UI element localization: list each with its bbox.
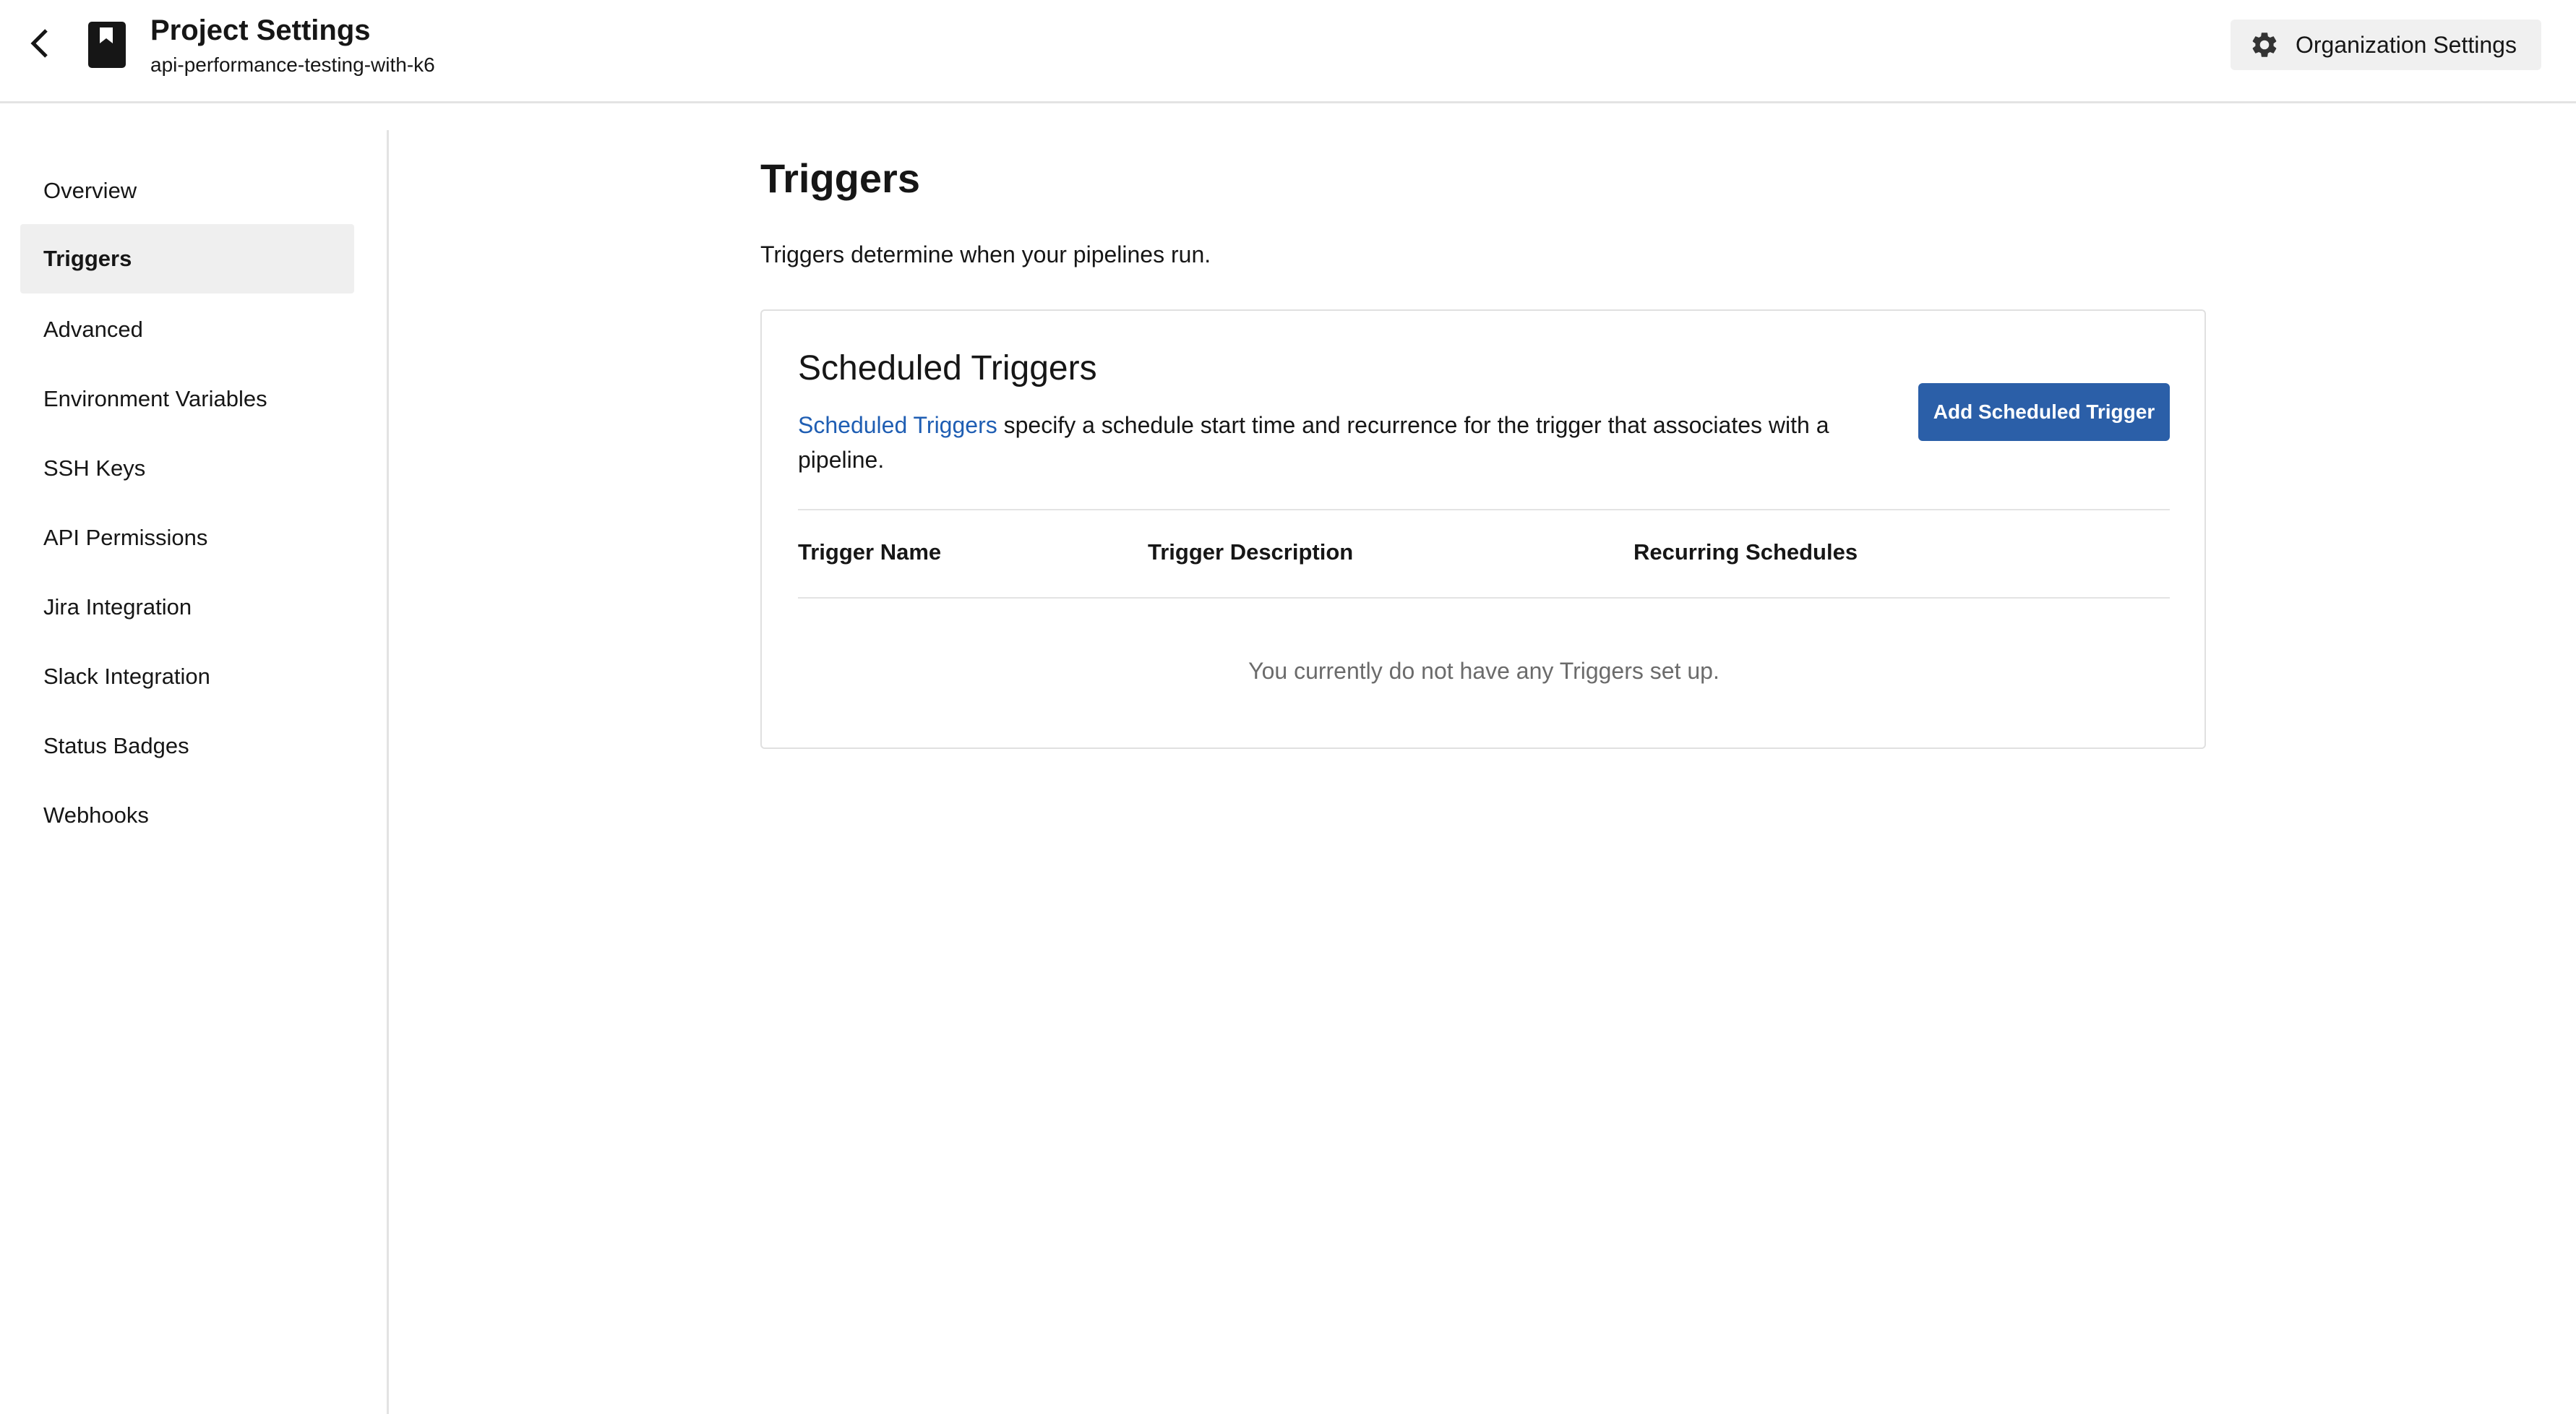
scheduled-triggers-card: Scheduled Triggers Scheduled Triggers sp… bbox=[760, 309, 2206, 749]
card-title: Scheduled Triggers bbox=[798, 349, 1097, 387]
sidebar-item-jira-integration[interactable]: Jira Integration bbox=[20, 573, 354, 642]
back-button[interactable] bbox=[22, 22, 58, 65]
bookmark-icon bbox=[88, 22, 126, 68]
sidebar-item-slack-integration[interactable]: Slack Integration bbox=[20, 642, 354, 711]
title-block: Project Settings api-performance-testing… bbox=[150, 13, 435, 80]
chevron-left-icon bbox=[30, 29, 48, 58]
table-top-divider bbox=[798, 509, 2170, 510]
add-scheduled-trigger-button[interactable]: Add Scheduled Trigger bbox=[1918, 383, 2170, 441]
column-header-recurring-schedules[interactable]: Recurring Schedules bbox=[1633, 539, 1858, 565]
sidebar-item-advanced[interactable]: Advanced bbox=[20, 295, 354, 364]
column-header-trigger-name[interactable]: Trigger Name bbox=[798, 539, 941, 565]
scheduled-triggers-link[interactable]: Scheduled Triggers bbox=[798, 412, 997, 438]
sidebar-item-triggers[interactable]: Triggers bbox=[20, 224, 354, 293]
sidebar-item-ssh-keys[interactable]: SSH Keys bbox=[20, 434, 354, 503]
column-header-trigger-description[interactable]: Trigger Description bbox=[1148, 539, 1353, 565]
card-description: Scheduled Triggers specify a schedule st… bbox=[798, 408, 1882, 477]
empty-state-message: You currently do not have any Triggers s… bbox=[1248, 658, 1720, 684]
organization-settings-button[interactable]: Organization Settings bbox=[2231, 20, 2541, 70]
page-header-title: Project Settings bbox=[150, 14, 371, 46]
organization-settings-label: Organization Settings bbox=[2296, 31, 2517, 58]
sidebar-item-environment-variables[interactable]: Environment Variables bbox=[20, 364, 354, 434]
gear-icon bbox=[2252, 33, 2277, 57]
top-header: Project Settings api-performance-testing… bbox=[0, 0, 2576, 103]
sidebar-item-api-permissions[interactable]: API Permissions bbox=[20, 503, 354, 573]
table-header-divider bbox=[798, 597, 2170, 599]
page-description: Triggers determine when your pipelines r… bbox=[760, 241, 1211, 267]
project-slug: api-performance-testing-with-k6 bbox=[150, 53, 435, 76]
settings-sidebar: Overview Triggers Advanced Environment V… bbox=[0, 130, 389, 1414]
sidebar-item-overview[interactable]: Overview bbox=[20, 156, 354, 226]
sidebar-item-status-badges[interactable]: Status Badges bbox=[20, 711, 354, 781]
sidebar-item-webhooks[interactable]: Webhooks bbox=[20, 781, 354, 850]
page-title: Triggers bbox=[760, 155, 920, 201]
